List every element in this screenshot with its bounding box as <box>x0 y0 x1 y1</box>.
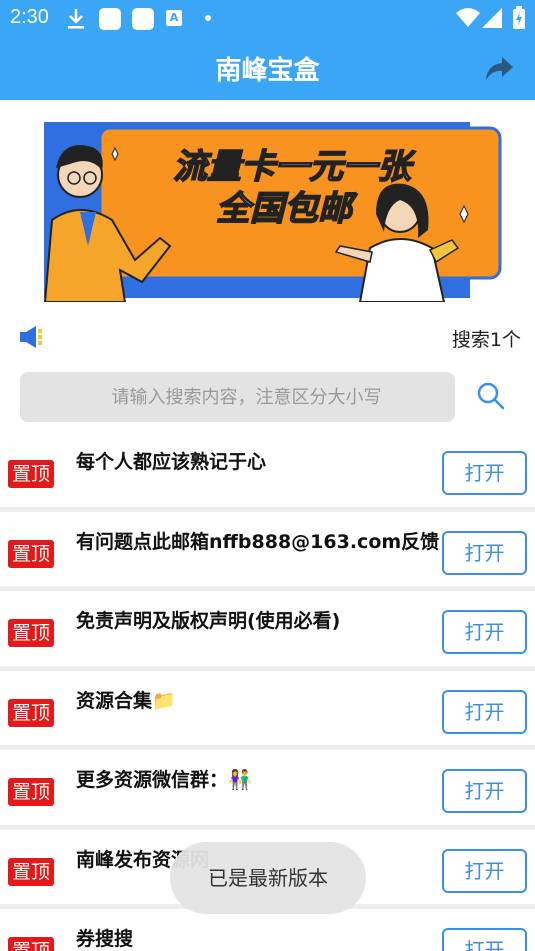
status-time: 2:30 <box>10 6 49 28</box>
search-input[interactable] <box>20 372 455 422</box>
dot-icon <box>205 15 211 21</box>
open-button[interactable]: 打开 <box>442 689 527 734</box>
signal-icon <box>482 8 502 28</box>
pinned-badge: 置顶 <box>8 460 55 488</box>
speaker-icon <box>20 326 42 348</box>
pinned-badge: 置顶 <box>8 619 55 647</box>
open-button[interactable]: 打开 <box>442 769 527 813</box>
pinned-badge: 置顶 <box>8 937 55 951</box>
page-title: 南峰宝盒 <box>215 56 320 86</box>
item-title: 免责声明及版权声明(使用必看) <box>76 610 341 632</box>
battery-icon <box>513 6 525 29</box>
item-title: 资源合集📁 <box>76 689 176 712</box>
list-item[interactable]: 置顶 券搜搜 打开 <box>0 909 535 951</box>
open-button[interactable]: 打开 <box>442 848 527 893</box>
status-bar: 2:30 A <box>0 0 535 36</box>
item-title: 每个人都应该熟记于心 <box>76 451 267 473</box>
translate-icon: A <box>166 10 182 26</box>
list-item[interactable]: 置顶 每个人都应该熟记于心 打开 <box>0 432 535 512</box>
search-count: 搜索1个 <box>451 329 521 351</box>
open-button[interactable]: 打开 <box>442 928 527 951</box>
toast-message: 已是最新版本 <box>170 842 366 914</box>
app-square-icon <box>132 8 154 30</box>
item-title: 券搜搜 <box>76 928 134 950</box>
item-title: 有问题点此邮箱nffb888@163.com反馈 <box>76 530 440 553</box>
pinned-badge: 置顶 <box>8 698 55 727</box>
list-item[interactable]: 置顶 更多资源微信群：👫 打开 <box>0 750 535 830</box>
banner-line1: 流量卡一元一张 <box>173 147 416 187</box>
item-title: 更多资源微信群：👫 <box>76 769 252 791</box>
list-item[interactable]: 置顶 免责声明及版权声明(使用必看) 打开 <box>0 591 535 671</box>
promo-banner[interactable]: 流量卡一元一张 全国包邮 <box>40 120 504 302</box>
share-icon[interactable] <box>484 56 514 82</box>
banner-line2: 全国包邮 <box>216 189 358 229</box>
promo-row: 搜索1个 <box>0 318 535 354</box>
list-item[interactable]: 置顶 有问题点此邮箱nffb888@163.com反馈 打开 <box>0 511 535 591</box>
download-icon <box>68 9 84 29</box>
open-button[interactable]: 打开 <box>442 451 527 495</box>
search-icon[interactable] <box>476 381 506 411</box>
list-item[interactable]: 置顶 资源合集📁 打开 <box>0 670 535 750</box>
pinned-badge: 置顶 <box>8 857 55 886</box>
app-square-icon <box>99 8 121 30</box>
open-button[interactable]: 打开 <box>442 610 527 654</box>
wifi-icon <box>456 8 480 27</box>
pinned-badge: 置顶 <box>8 539 55 568</box>
open-button[interactable]: 打开 <box>442 530 527 575</box>
app-header: 2:30 A 南峰宝盒 <box>0 0 535 100</box>
pinned-badge: 置顶 <box>8 778 55 806</box>
